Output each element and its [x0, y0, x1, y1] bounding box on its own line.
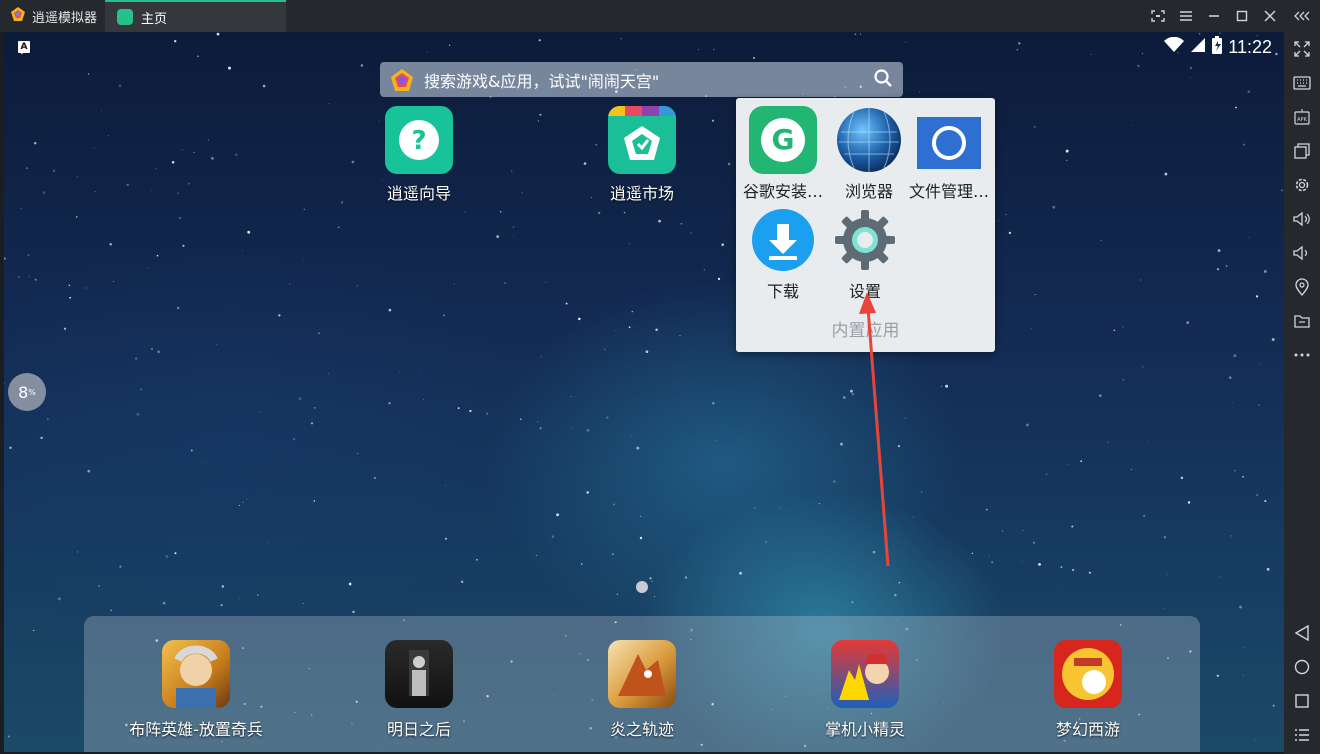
menu-icon[interactable]: [1172, 0, 1200, 32]
dock-app-pocket[interactable]: 掌机小精灵: [785, 640, 945, 740]
app-label: 炎之轨迹: [609, 720, 674, 739]
memu-logo-icon: [10, 6, 26, 26]
volume-down-icon[interactable]: [1284, 238, 1320, 268]
more-icon[interactable]: [1284, 340, 1320, 370]
keyboard-icon[interactable]: [1284, 68, 1320, 98]
dock-app-hero[interactable]: 布阵英雄-放置奇兵: [116, 640, 276, 740]
fullscreen-icon[interactable]: [1284, 34, 1320, 64]
dock-app-flame[interactable]: 炎之轨迹: [562, 640, 722, 740]
dock-app-fantasy[interactable]: 梦幻西游: [1008, 640, 1168, 740]
page-indicator: [636, 581, 648, 593]
list-menu-icon[interactable]: [1284, 720, 1320, 750]
svg-text:APK: APK: [1297, 117, 1307, 123]
app-label: 掌机小精灵: [824, 720, 905, 739]
volume-up-icon[interactable]: [1284, 204, 1320, 234]
screenshot-mode-icon[interactable]: [1144, 0, 1172, 32]
settings-icon[interactable]: [1284, 170, 1320, 200]
home-tab-label: 主页: [141, 11, 168, 27]
app-label: 布阵英雄-放置奇兵: [129, 720, 263, 739]
right-toolbar: APK: [1284, 32, 1320, 754]
game-pocket-icon: [831, 640, 899, 708]
game-tomorrow-icon: [385, 640, 453, 708]
back-icon[interactable]: [1284, 618, 1320, 648]
recent-apps-icon[interactable]: [1284, 686, 1320, 716]
float-ball-value: 8: [18, 382, 29, 402]
shared-folder-icon[interactable]: [1284, 306, 1320, 336]
float-ball-unit: %: [28, 387, 36, 397]
app-label: 梦幻西游: [1055, 720, 1120, 739]
maximize-icon[interactable]: [1228, 0, 1256, 32]
android-screen[interactable]: A 11:22 搜索游戏&应用，试试"闹闹天宫" ? 逍遥向导 逍遥市场 G 谷…: [4, 32, 1284, 752]
app-label: 明日之后: [386, 720, 451, 739]
game-hero-icon: [162, 640, 230, 708]
location-icon[interactable]: [1284, 272, 1320, 302]
game-flame-icon: [608, 640, 676, 708]
multi-window-icon[interactable]: [1284, 136, 1320, 166]
close-icon[interactable]: [1256, 0, 1284, 32]
minimize-icon[interactable]: [1200, 0, 1228, 32]
app-title: 逍遥模拟器: [32, 10, 98, 26]
float-ball[interactable]: 8%: [8, 373, 46, 411]
collapse-sidebar-icon[interactable]: [1284, 0, 1320, 32]
home-tab-icon: [117, 9, 133, 25]
dock: 布阵英雄-放置奇兵 明日之后 炎之轨迹 掌机小精灵 梦幻西游: [84, 616, 1200, 752]
home-icon[interactable]: [1284, 652, 1320, 682]
apk-install-icon[interactable]: APK: [1284, 102, 1320, 132]
dock-app-tomorrow[interactable]: 明日之后: [339, 640, 499, 740]
tab-home[interactable]: 主页: [105, 0, 286, 32]
app-tab[interactable]: 逍遥模拟器: [0, 0, 105, 32]
game-fantasy-westward-icon: [1054, 640, 1122, 708]
title-bar: 逍遥模拟器 主页: [0, 0, 1320, 32]
